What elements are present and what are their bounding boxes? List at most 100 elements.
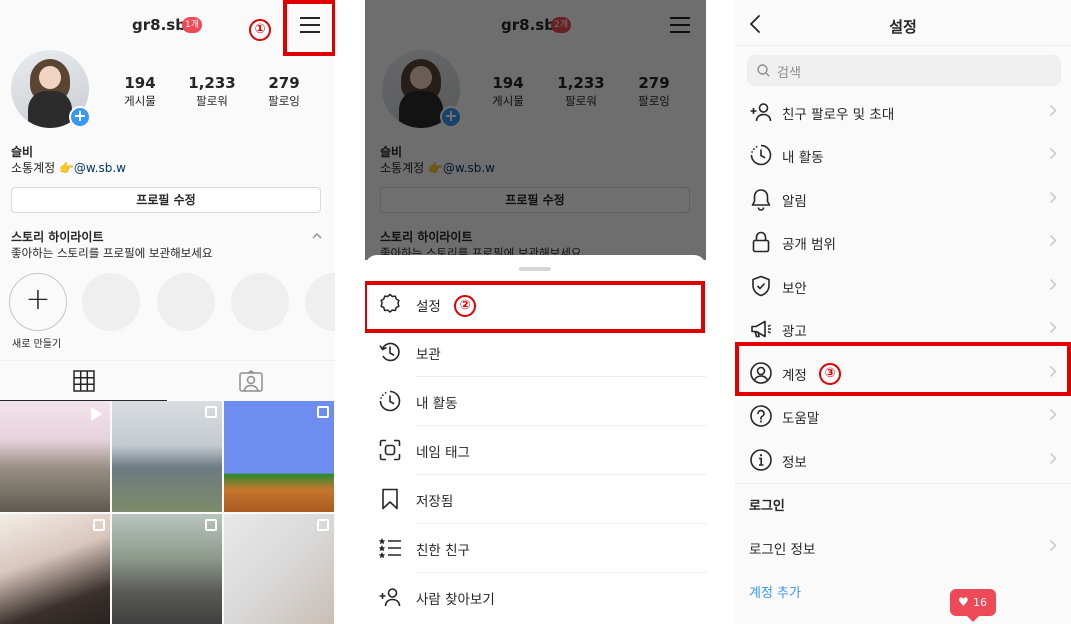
add-story-plus-icon[interactable]: + — [69, 106, 91, 128]
activity-icon — [750, 144, 772, 166]
chevron-right-icon — [1049, 234, 1057, 247]
chevron-right-icon — [1049, 452, 1057, 465]
stat-followers-label: 팔로워 — [196, 94, 228, 108]
step-1-marker: ① — [249, 19, 271, 41]
highlight-placeholder — [231, 273, 289, 331]
profile-bio: 소통계정 👉@w.sb.w — [11, 159, 126, 176]
highlights-title: 스토리 하이라이트 — [11, 230, 104, 244]
stat-posts-count: 194 — [124, 74, 156, 92]
dimmed-profile-background[interactable]: gr8.sb 2개 + 194게시물 1,233팔로워 279팔로잉 슬비 소통… — [365, 0, 706, 260]
post-thumbnail[interactable] — [112, 401, 222, 512]
post-thumbnail[interactable] — [112, 514, 222, 624]
settings-row-about[interactable]: 정보 — [735, 438, 1071, 481]
tagged-person-icon — [238, 370, 263, 392]
step-2-highlight-box — [365, 281, 705, 333]
chevron-right-icon — [1049, 147, 1057, 160]
settings-title: 설정 — [889, 18, 917, 36]
hamburger-menu-icon[interactable] — [300, 17, 320, 33]
bell-icon — [751, 189, 771, 211]
stat-following-label: 팔로잉 — [268, 94, 300, 108]
menu-item-nametag[interactable]: 네임 태그 — [365, 426, 706, 475]
menu-item-label: 저장됨 — [416, 494, 454, 510]
menu-item-label: 친한 친구 — [416, 543, 470, 559]
lock-icon — [752, 231, 770, 253]
post-thumbnail[interactable] — [0, 514, 110, 624]
help-icon — [750, 405, 772, 427]
stat-following-count: 279 — [268, 74, 300, 92]
notification-badge[interactable]: 1개 — [182, 17, 203, 33]
settings-row-privacy[interactable]: 공개 범위 — [735, 220, 1071, 263]
add-account-link[interactable]: 계정 추가 — [749, 582, 801, 601]
stat-following[interactable]: 279 팔로잉 — [254, 74, 314, 109]
settings-row-label: 알림 — [782, 194, 807, 210]
menu-item-archive[interactable]: 보관 — [365, 328, 706, 377]
tab-tagged[interactable] — [167, 361, 334, 401]
discover-people-icon — [379, 588, 401, 607]
settings-row-help[interactable]: 도움말 — [735, 394, 1071, 437]
heart-icon: ♥ — [958, 595, 969, 609]
profile-username[interactable]: gr8.sb — [132, 16, 186, 34]
post-thumbnail[interactable] — [224, 514, 334, 624]
stat-followers[interactable]: 1,233 팔로워 — [182, 74, 242, 109]
menu-item-label: 사람 찾아보기 — [416, 592, 495, 608]
bio-text: 소통계정 👉 — [11, 161, 74, 175]
settings-row-label: 정보 — [782, 455, 807, 471]
settings-header: 설정 — [735, 0, 1071, 46]
post-thumbnail[interactable] — [0, 401, 110, 512]
settings-row-security[interactable]: 보안 — [735, 264, 1071, 307]
settings-search-input[interactable]: 검색 — [747, 55, 1061, 86]
megaphone-icon — [751, 320, 771, 338]
post-thumbnail[interactable] — [224, 401, 334, 512]
chevron-right-icon — [1049, 408, 1057, 421]
chevron-right-icon — [1049, 104, 1057, 117]
settings-row-label: 친구 팔로우 및 초대 — [782, 107, 895, 123]
menu-bottom-sheet: 설정 ② 보관 내 활동 네임 태그 저장됨 친한 친구 사람 찾아보기 — [365, 255, 706, 624]
dim-overlay — [365, 0, 706, 260]
step-3-highlight-box — [735, 342, 1071, 396]
new-highlight-button[interactable]: + — [9, 273, 67, 331]
settings-row-label: 도움말 — [782, 411, 820, 427]
menu-item-label: 네임 태그 — [416, 445, 470, 461]
chevron-right-icon — [1049, 321, 1057, 334]
highlight-placeholder — [157, 273, 215, 331]
nametag-icon — [379, 439, 401, 461]
stat-posts[interactable]: 194 게시물 — [110, 74, 170, 109]
menu-item-saved[interactable]: 저장됨 — [365, 475, 706, 524]
tab-grid[interactable] — [0, 361, 167, 401]
highlight-placeholder — [305, 273, 335, 331]
grid-icon — [72, 369, 95, 392]
stat-posts-label: 게시물 — [124, 94, 156, 108]
edit-profile-button[interactable]: 프로필 수정 — [11, 187, 321, 213]
settings-screen: 설정 검색 친구 팔로우 및 초대 내 활동 알림 공개 범위 보안 광고 계정… — [735, 0, 1071, 624]
menu-item-activity[interactable]: 내 활동 — [365, 377, 706, 426]
section-divider — [735, 483, 1071, 484]
login-section-title: 로그인 — [749, 499, 785, 514]
profile-screen: gr8.sb 1개 ① + 194 게시물 1,233 팔로워 279 팔로잉 … — [0, 0, 335, 624]
highlight-placeholder — [82, 273, 140, 331]
activity-icon — [379, 390, 401, 412]
settings-row-follow-invite[interactable]: 친구 팔로우 및 초대 — [735, 90, 1071, 133]
sheet-grabber-handle[interactable] — [519, 267, 551, 271]
settings-row-label: 보안 — [782, 281, 807, 297]
bookmark-icon — [382, 488, 398, 510]
bio-mention-link[interactable]: @w.sb.w — [74, 161, 126, 175]
shield-icon — [752, 275, 770, 297]
menu-item-discover-people[interactable]: 사람 찾아보기 — [365, 573, 706, 622]
settings-row-label: 로그인 정보 — [749, 542, 816, 558]
chevron-up-icon[interactable] — [312, 229, 322, 242]
archive-icon — [379, 342, 400, 362]
settings-row-login-info[interactable]: 로그인 정보 — [735, 525, 1071, 568]
close-friends-icon — [378, 538, 401, 559]
menu-item-label: 보관 — [416, 347, 441, 363]
settings-row-activity[interactable]: 내 활동 — [735, 133, 1071, 176]
settings-row-notifications[interactable]: 알림 — [735, 177, 1071, 220]
new-highlight-label: 새로 만들기 — [12, 339, 62, 350]
stat-followers-count: 1,233 — [188, 74, 236, 92]
menu-screen: gr8.sb 2개 + 194게시물 1,233팔로워 279팔로잉 슬비 소통… — [365, 0, 706, 624]
chevron-right-icon — [1049, 278, 1057, 291]
chevron-right-icon — [1049, 191, 1057, 204]
like-notification-toast[interactable]: ♥ 16 — [950, 589, 996, 622]
menu-item-close-friends[interactable]: 친한 친구 — [365, 524, 706, 573]
profile-tab-bar — [0, 360, 335, 401]
info-icon — [750, 449, 772, 471]
